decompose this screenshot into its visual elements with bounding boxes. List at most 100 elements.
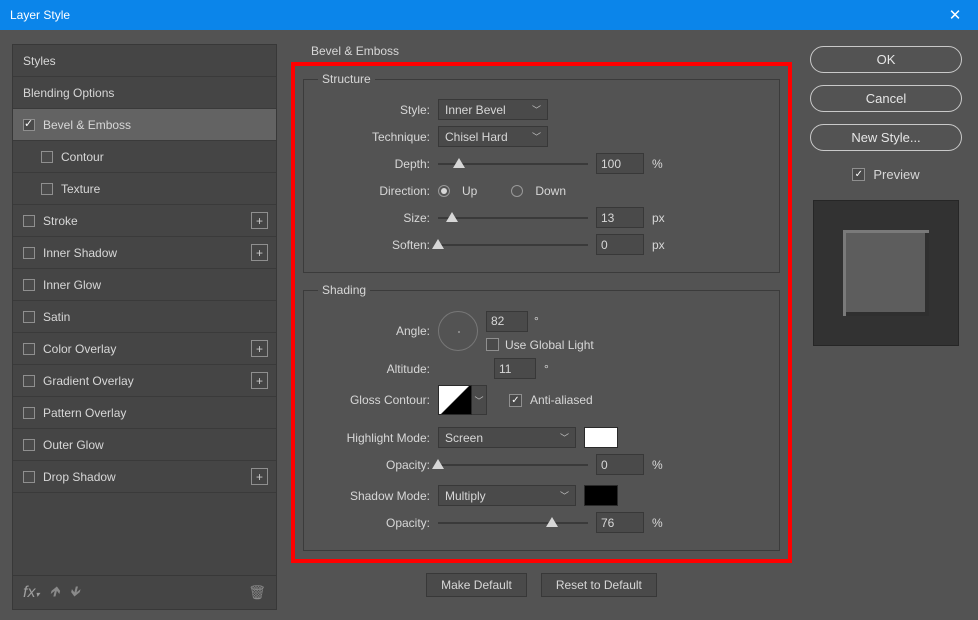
styles-header-label: Styles <box>23 54 56 68</box>
shadow-opacity-label: Opacity: <box>318 516 430 530</box>
direction-up-radio[interactable] <box>438 185 450 197</box>
size-label: Size: <box>318 211 430 225</box>
fx-menu-icon[interactable]: fx▾ <box>23 584 39 602</box>
style-row-inner-glow[interactable]: Inner Glow <box>13 269 276 301</box>
antialias-checkbox[interactable] <box>509 394 522 407</box>
style-checkbox[interactable] <box>23 279 35 291</box>
blending-options-row[interactable]: Blending Options <box>13 77 276 109</box>
cancel-button[interactable]: Cancel <box>810 85 962 112</box>
style-checkbox[interactable] <box>23 407 35 419</box>
technique-label: Technique: <box>318 130 430 144</box>
shading-legend: Shading <box>318 283 370 297</box>
chevron-down-icon: ﹀ <box>560 489 569 502</box>
panel-title: Bevel & Emboss <box>311 44 792 58</box>
soften-label: Soften: <box>318 238 430 252</box>
style-label: Inner Shadow <box>43 246 117 260</box>
highlight-mode-label: Highlight Mode: <box>318 431 430 445</box>
antialias-label: Anti-aliased <box>530 393 593 407</box>
direction-down-radio[interactable] <box>511 185 523 197</box>
style-checkbox[interactable] <box>23 119 35 131</box>
style-label: Gradient Overlay <box>43 374 134 388</box>
soften-slider[interactable] <box>438 236 588 254</box>
structure-legend: Structure <box>318 72 375 86</box>
trash-icon[interactable]: 🗑 <box>248 584 266 601</box>
style-label: Color Overlay <box>43 342 116 356</box>
angle-dial[interactable] <box>438 311 478 351</box>
reset-default-button[interactable]: Reset to Default <box>541 573 657 597</box>
angle-label: Angle: <box>318 324 430 338</box>
style-row-drop-shadow[interactable]: Drop Shadow + <box>13 461 276 493</box>
style-row-bevel-emboss[interactable]: Bevel & Emboss <box>13 109 276 141</box>
settings-panel: Bevel & Emboss Structure Style: Inner Be… <box>291 44 792 610</box>
style-row-color-overlay[interactable]: Color Overlay + <box>13 333 276 365</box>
style-checkbox[interactable] <box>41 151 53 163</box>
style-row-satin[interactable]: Satin <box>13 301 276 333</box>
plus-icon[interactable]: + <box>251 244 268 261</box>
styles-panel: Styles Blending Options Bevel & Emboss Co… <box>12 44 277 610</box>
blending-options-label: Blending Options <box>23 86 114 100</box>
styles-list: Styles Blending Options Bevel & Emboss Co… <box>12 44 277 576</box>
style-checkbox[interactable] <box>23 471 35 483</box>
preview-checkbox[interactable] <box>852 168 865 181</box>
style-checkbox[interactable] <box>23 375 35 387</box>
style-label: Contour <box>61 150 104 164</box>
gloss-contour-swatch[interactable] <box>438 385 472 415</box>
style-row-contour[interactable]: Contour <box>13 141 276 173</box>
style-row-gradient-overlay[interactable]: Gradient Overlay + <box>13 365 276 397</box>
size-input[interactable]: 13 <box>596 207 644 228</box>
gloss-contour-label: Gloss Contour: <box>318 393 430 407</box>
highlight-opacity-input[interactable]: 0 <box>596 454 644 475</box>
highlight-box: Structure Style: Inner Bevel﹀ Technique:… <box>291 62 792 563</box>
style-checkbox[interactable] <box>41 183 53 195</box>
style-row-pattern-overlay[interactable]: Pattern Overlay <box>13 397 276 429</box>
style-label: Bevel & Emboss <box>43 118 131 132</box>
plus-icon[interactable]: + <box>251 212 268 229</box>
shadow-color-swatch[interactable] <box>584 485 618 506</box>
style-checkbox[interactable] <box>23 311 35 323</box>
up-label: Up <box>462 184 477 198</box>
size-slider[interactable] <box>438 209 588 227</box>
shadow-opacity-input[interactable]: 76 <box>596 512 644 533</box>
altitude-input[interactable]: 11 <box>494 358 536 379</box>
highlight-opacity-slider[interactable] <box>438 456 588 474</box>
plus-icon[interactable]: + <box>251 468 268 485</box>
plus-icon[interactable]: + <box>251 372 268 389</box>
down-label: Down <box>535 184 566 198</box>
arrow-up-icon[interactable]: 🡹 <box>49 581 59 605</box>
arrow-down-icon[interactable]: 🡻 <box>70 581 80 605</box>
style-checkbox[interactable] <box>23 247 35 259</box>
style-label: Stroke <box>43 214 78 228</box>
size-unit: px <box>652 211 665 225</box>
style-checkbox[interactable] <box>23 215 35 227</box>
shadow-opacity-unit: % <box>652 516 663 530</box>
style-label: Drop Shadow <box>43 470 116 484</box>
shadow-opacity-slider[interactable] <box>438 514 588 532</box>
angle-input[interactable]: 82 <box>486 311 528 332</box>
technique-value: Chisel Hard <box>445 130 508 144</box>
style-row-outer-glow[interactable]: Outer Glow <box>13 429 276 461</box>
style-select[interactable]: Inner Bevel﹀ <box>438 99 548 120</box>
new-style-button[interactable]: New Style... <box>810 124 962 151</box>
technique-select[interactable]: Chisel Hard﹀ <box>438 126 548 147</box>
style-value: Inner Bevel <box>445 103 506 117</box>
style-row-stroke[interactable]: Stroke + <box>13 205 276 237</box>
style-row-texture[interactable]: Texture <box>13 173 276 205</box>
ok-button[interactable]: OK <box>810 46 962 73</box>
style-checkbox[interactable] <box>23 343 35 355</box>
style-row-inner-shadow[interactable]: Inner Shadow + <box>13 237 276 269</box>
highlight-color-swatch[interactable] <box>584 427 618 448</box>
global-light-checkbox[interactable] <box>486 338 499 351</box>
highlight-mode-select[interactable]: Screen﹀ <box>438 427 576 448</box>
soften-input[interactable]: 0 <box>596 234 644 255</box>
styles-header[interactable]: Styles <box>13 45 276 77</box>
depth-input[interactable]: 100 <box>596 153 644 174</box>
make-default-button[interactable]: Make Default <box>426 573 527 597</box>
highlight-mode-value: Screen <box>445 431 483 445</box>
shadow-mode-select[interactable]: Multiply﹀ <box>438 485 576 506</box>
style-checkbox[interactable] <box>23 439 35 451</box>
depth-slider[interactable] <box>438 155 588 173</box>
structure-group: Structure Style: Inner Bevel﹀ Technique:… <box>303 72 780 273</box>
gloss-contour-picker[interactable]: ﹀ <box>472 385 487 415</box>
plus-icon[interactable]: + <box>251 340 268 357</box>
close-icon[interactable]: ✕ <box>932 0 978 30</box>
